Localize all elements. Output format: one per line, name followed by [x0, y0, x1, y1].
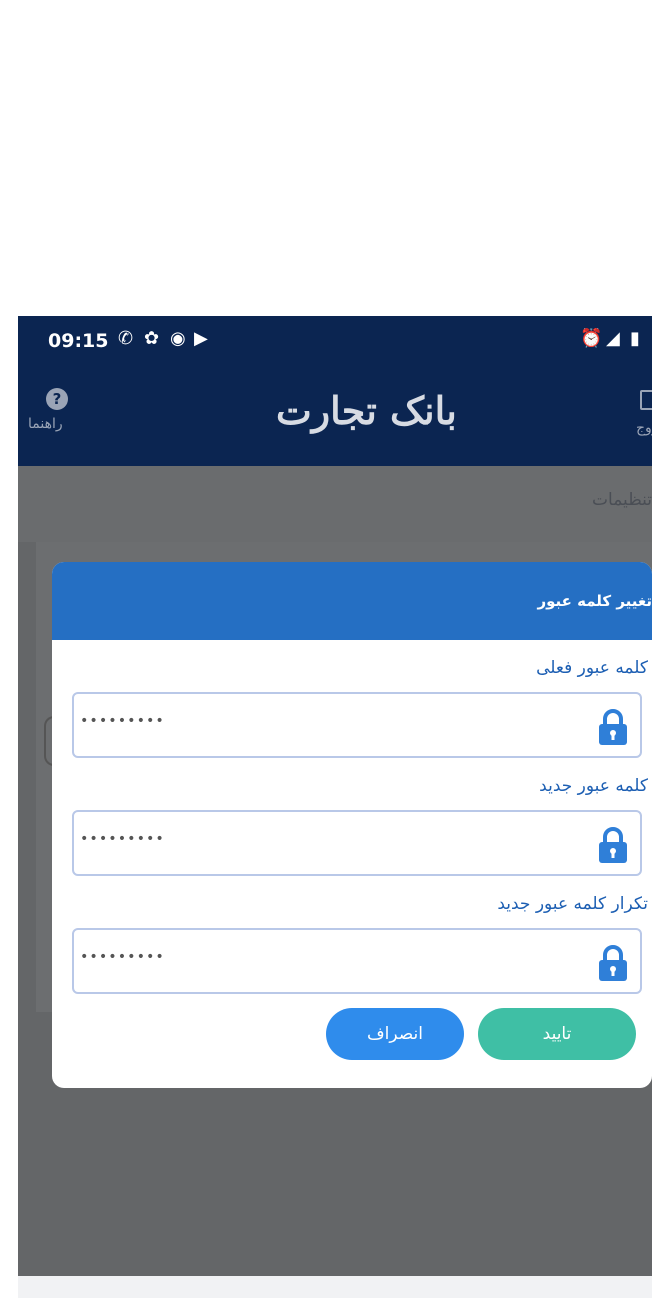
- dialog-buttons: انصراف تایید: [52, 1002, 652, 1062]
- phone-screen: 09:15 ✆ ✿ ◉ ▶ ⏰ ◢ ▮ ? راهنما بانک تجارت …: [18, 316, 652, 1298]
- background-section-header: تنظیمات: [18, 466, 652, 542]
- current-password-field[interactable]: •••••••••: [72, 692, 642, 758]
- exit-button[interactable]: خروج: [632, 386, 652, 446]
- bank-logo: بانک تجارت: [276, 388, 459, 433]
- exit-label: خروج: [636, 420, 652, 436]
- new-password-field[interactable]: •••••••••: [72, 810, 642, 876]
- status-time: 09:15: [48, 330, 109, 352]
- app-bar: ? راهنما بانک تجارت خروج: [18, 374, 652, 466]
- exit-icon: [640, 390, 652, 410]
- lock-icon: [599, 709, 627, 745]
- alarm-icon: ⏰: [580, 328, 603, 349]
- dialog-title: تغییر کلمه عبور: [537, 592, 652, 610]
- change-password-dialog: تغییر کلمه عبور کلمه عبور فعلی •••••••••…: [52, 562, 652, 1088]
- repeat-password-value: •••••••••: [80, 949, 165, 965]
- dialog-header: تغییر کلمه عبور: [52, 562, 652, 640]
- cancel-button[interactable]: انصراف: [326, 1008, 464, 1060]
- confirm-button[interactable]: تایید: [478, 1008, 636, 1060]
- pinwheel-icon: ✿: [144, 328, 160, 349]
- background-section-title: تنظیمات: [592, 490, 652, 510]
- battery-icon: ▮: [630, 328, 640, 349]
- repeat-password-field[interactable]: •••••••••: [72, 928, 642, 994]
- new-password-value: •••••••••: [80, 831, 165, 847]
- bottom-bar: [18, 1276, 652, 1298]
- repeat-password-label: تکرار کلمه عبور جدید: [497, 894, 648, 914]
- signal-icon: ◢: [606, 328, 620, 349]
- whatsapp-icon: ✆: [118, 328, 134, 349]
- help-button[interactable]: ? راهنما: [24, 384, 84, 448]
- new-password-label: کلمه عبور جدید: [539, 776, 648, 796]
- current-password-value: •••••••••: [80, 713, 165, 729]
- current-password-label: کلمه عبور فعلی: [536, 658, 648, 678]
- lock-icon: [599, 945, 627, 981]
- question-icon: ?: [46, 388, 68, 410]
- status-bar: 09:15 ✆ ✿ ◉ ▶ ⏰ ◢ ▮: [18, 316, 652, 374]
- help-label: راهنما: [28, 416, 63, 432]
- telegram-icon: ◉: [170, 328, 186, 349]
- lock-icon: [599, 827, 627, 863]
- play-icon: ▶: [194, 328, 208, 349]
